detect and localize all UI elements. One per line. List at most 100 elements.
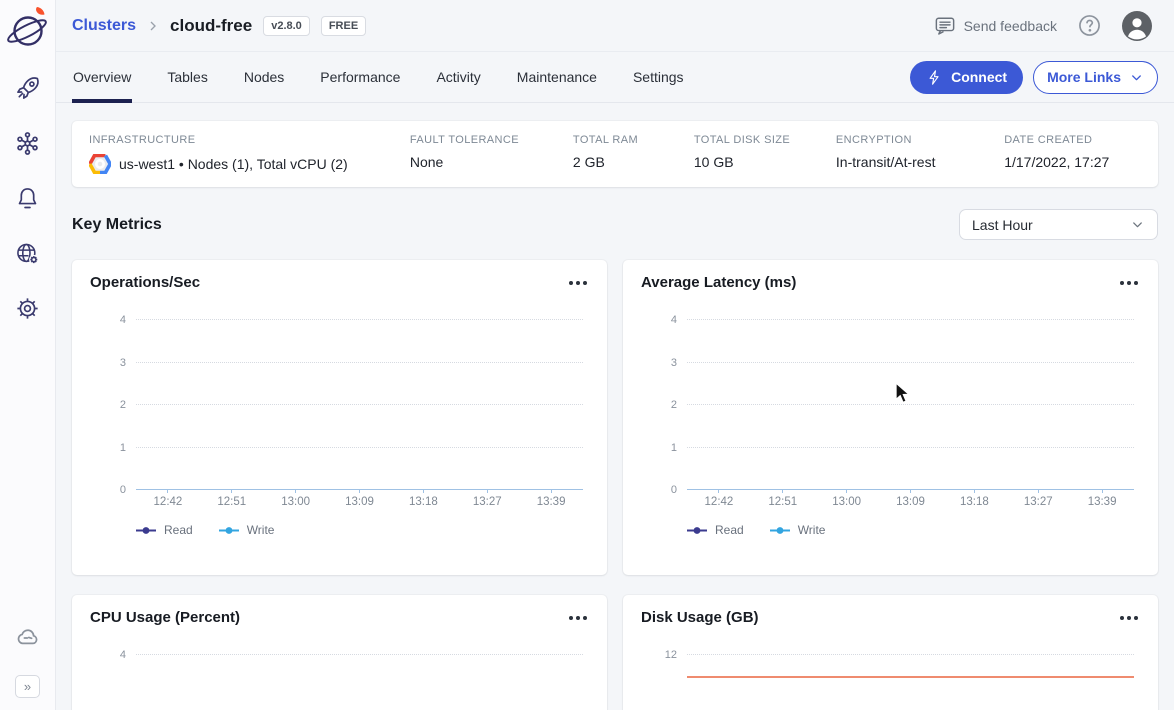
x-axis-tick-label: 12:51	[217, 496, 246, 508]
dot	[1120, 281, 1124, 285]
y-axis-tick-label: 3	[90, 357, 126, 369]
legend-item-write[interactable]: Write	[219, 523, 275, 537]
chart-title: Average Latency (ms)	[641, 274, 796, 291]
legend-marker-icon	[136, 526, 156, 535]
x-label-cell: 13:00	[815, 493, 879, 508]
help-button[interactable]	[1077, 13, 1102, 38]
key-metrics-title: Key Metrics	[72, 216, 162, 234]
x-label-cell: 13:00	[264, 493, 328, 508]
breadcrumb-clusters-link[interactable]: Clusters	[72, 17, 136, 35]
user-avatar[interactable]	[1122, 11, 1152, 41]
x-axis-tick-label: 13:00	[832, 496, 861, 508]
connect-button[interactable]: Connect	[910, 61, 1023, 94]
chart-menu-ellipsis-icon[interactable]	[567, 277, 589, 289]
tab-tables[interactable]: Tables	[166, 52, 208, 102]
chart-menu-ellipsis-icon[interactable]	[1118, 277, 1140, 289]
info-value-text: 10 GB	[694, 154, 734, 170]
globe-gear-icon[interactable]	[14, 240, 41, 267]
dot	[1127, 281, 1131, 285]
dot	[583, 616, 587, 620]
legend-label: Write	[798, 523, 826, 537]
chart-plot: 43210	[687, 319, 1134, 489]
chart-header: Disk Usage (GB)	[641, 609, 1140, 626]
info-col-fault-tolerance: FAULT TOLERANCENone	[410, 134, 573, 174]
y-axis-tick-label: 12	[641, 649, 677, 661]
x-label-cell: 13:18	[942, 493, 1006, 508]
time-range-select[interactable]: Last Hour	[959, 209, 1158, 240]
info-value-text: In-transit/At-rest	[836, 154, 936, 170]
topbar: Clusters cloud-free v2.8.0 FREE Send fee…	[56, 0, 1174, 52]
info-value: 1/17/2022, 17:27	[1004, 154, 1128, 170]
connect-label: Connect	[951, 69, 1007, 85]
info-col-encryption: ENCRYPTION In-transit/At-rest	[836, 134, 1004, 174]
chart-legend: Read Write	[136, 523, 589, 537]
legend-item-read[interactable]: Read	[136, 523, 193, 537]
chart-title: Operations/Sec	[90, 274, 200, 291]
rocket-icon[interactable]	[14, 75, 41, 102]
planet-logo-icon[interactable]	[6, 5, 50, 51]
key-metrics-header: Key Metrics Last Hour	[72, 209, 1158, 240]
dot	[576, 616, 580, 620]
dot	[1134, 616, 1138, 620]
chart-header: CPU Usage (Percent)	[90, 609, 589, 626]
version-badge: v2.8.0	[263, 16, 310, 36]
tab-overview[interactable]: Overview	[72, 52, 132, 102]
more-links-button[interactable]: More Links	[1033, 61, 1158, 94]
content: INFRASTRUCTURE us-west1 • Nodes (1), Tot…	[56, 103, 1174, 710]
more-links-label: More Links	[1047, 69, 1121, 85]
x-label-cell: 13:39	[1070, 493, 1134, 508]
info-col-total-ram: TOTAL RAM 2 GB	[573, 134, 694, 174]
legend-item-read[interactable]: Read	[687, 523, 744, 537]
legend-label: Read	[164, 523, 193, 537]
gridline: 1	[136, 447, 583, 448]
tab-maintenance[interactable]: Maintenance	[516, 52, 598, 102]
chart-card-average-latency-ms: Average Latency (ms)4321012:4212:5113:00…	[623, 260, 1158, 575]
x-label-cell: 13:09	[328, 493, 392, 508]
alerts-bell-icon[interactable]	[14, 185, 41, 212]
tab-settings[interactable]: Settings	[632, 52, 685, 102]
sidebar-bottom: »	[14, 623, 42, 698]
info-label: ENCRYPTION	[836, 134, 996, 146]
legend-item-write[interactable]: Write	[770, 523, 826, 537]
info-label: DATE CREATED	[1004, 134, 1128, 146]
tab-performance[interactable]: Performance	[319, 52, 401, 102]
send-feedback-label: Send feedback	[964, 18, 1057, 34]
y-axis-tick-label: 3	[641, 357, 677, 369]
x-axis-tick-label: 13:27	[473, 496, 502, 508]
x-axis-labels: 12:4212:5113:0013:0913:1813:2713:39	[136, 493, 583, 508]
y-axis-tick-label: 0	[641, 484, 677, 496]
breadcrumb: Clusters cloud-free v2.8.0 FREE	[72, 16, 366, 36]
gridline: 1	[687, 447, 1134, 448]
info-value: 2 GB	[573, 154, 686, 170]
y-axis-tick-label: 4	[641, 314, 677, 326]
gridline: 3	[687, 362, 1134, 363]
gridline: 4	[136, 319, 583, 320]
x-label-cell: 13:27	[455, 493, 519, 508]
chart-header: Operations/Sec	[90, 274, 589, 291]
chart-title: CPU Usage (Percent)	[90, 609, 240, 626]
y-axis-tick-label: 2	[90, 399, 126, 411]
tab-activity[interactable]: Activity	[435, 52, 481, 102]
sidebar-nav	[14, 75, 41, 322]
dot	[1134, 281, 1138, 285]
gridline: 4	[136, 654, 583, 655]
x-axis-line: 0	[136, 489, 583, 490]
cluster-network-icon[interactable]	[14, 130, 41, 157]
info-value: 10 GB	[694, 154, 828, 170]
x-label-cell: 12:51	[200, 493, 264, 508]
tab-nodes[interactable]: Nodes	[243, 52, 285, 102]
info-label: TOTAL RAM	[573, 134, 686, 146]
send-feedback-button[interactable]: Send feedback	[934, 16, 1057, 36]
gridline: 2	[136, 404, 583, 405]
chart-menu-ellipsis-icon[interactable]	[567, 612, 589, 624]
info-value-text: None	[410, 154, 443, 170]
chart-card-disk-usage-gb: Disk Usage (GB) 12	[623, 595, 1158, 710]
cloud-status-icon[interactable]	[14, 623, 42, 651]
settings-gear-icon[interactable]	[14, 295, 41, 322]
legend-marker-icon	[770, 526, 790, 535]
chart-plot: 12	[687, 654, 1134, 710]
chart-menu-ellipsis-icon[interactable]	[1118, 612, 1140, 624]
sidebar-expand-button[interactable]: »	[15, 675, 40, 698]
x-label-cell: 12:51	[751, 493, 815, 508]
y-axis-tick-label: 2	[641, 399, 677, 411]
